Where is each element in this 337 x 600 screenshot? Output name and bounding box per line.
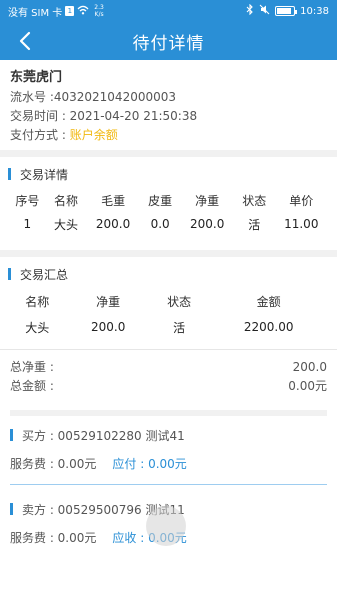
- status-left: 没有 SIM 卡 1 2.3 K/s: [8, 4, 104, 19]
- section-marker: [8, 168, 11, 180]
- payment-method: 支付方式 : 账户余额: [10, 126, 327, 145]
- table-cell: 200.0: [90, 320, 126, 334]
- table-row: 大头 200.0 活 2200.00: [8, 313, 329, 341]
- bluetooth-icon: [246, 3, 254, 18]
- table-row: 1 大头 200.0 0.0 200.0 活 11.00: [8, 212, 329, 236]
- table-cell: 活: [248, 217, 261, 232]
- trade-summary-title-text: 交易汇总: [20, 267, 69, 282]
- total-amount-row: 总金额 : 0.00元: [10, 376, 327, 395]
- divider: [10, 484, 327, 485]
- trade-detail-section: 交易详情 序号 名称 毛重 皮重 净重 状态 单价 1 大头 200.0 0.0…: [0, 157, 337, 250]
- net-speed-value: 2.3: [94, 4, 104, 11]
- table-header-row: 名称 净重 状态 金额: [8, 289, 329, 313]
- clock: 10:38: [300, 5, 329, 17]
- buyer-fees: 服务费 : 0.00元 应付 : 0.00元: [10, 452, 327, 474]
- trade-time: 交易时间 : 2021-04-20 21:50:38: [10, 109, 198, 123]
- payment-method-value: 账户余额: [69, 128, 118, 142]
- seller-service-fee: 服务费 : 0.00元: [10, 530, 97, 545]
- column-header: 名称: [25, 294, 50, 309]
- status-bar: 没有 SIM 卡 1 2.3 K/s 10:38: [0, 0, 337, 22]
- buyer-label: 买方 : 00529102280 测试41: [22, 428, 185, 443]
- battery-level: [277, 8, 292, 14]
- section-marker: [10, 503, 13, 515]
- total-amount-label: 总金额 :: [10, 379, 54, 393]
- column-header: 毛重: [101, 193, 126, 208]
- column-header: 净重: [195, 193, 220, 208]
- trade-detail-table: 序号 名称 毛重 皮重 净重 状态 单价 1 大头 200.0 0.0 200.…: [8, 188, 329, 236]
- app-header: 待付详情: [0, 22, 337, 60]
- section-gap: [10, 410, 327, 416]
- table-cell: 0.0: [150, 217, 170, 231]
- column-header: 序号: [15, 193, 40, 208]
- chevron-left-icon: [19, 31, 31, 51]
- table-cell: 2200.00: [243, 320, 294, 334]
- column-header: 净重: [96, 294, 121, 309]
- page-title: 待付详情: [132, 33, 205, 54]
- carrier-text: 没有 SIM 卡: [8, 7, 63, 19]
- payment-method-label: 支付方式 :: [10, 128, 70, 142]
- section-marker: [8, 268, 11, 280]
- trade-summary-title: 交易汇总: [8, 264, 329, 284]
- buyer-line: 买方 : 00529102280 测试41: [10, 424, 327, 446]
- buyer-service-fee: 服务费 : 0.00元: [10, 456, 97, 471]
- total-net-weight-value: 200.0: [292, 359, 327, 374]
- divider: [0, 349, 337, 350]
- table-header-row: 序号 名称 毛重 皮重 净重 状态 单价: [8, 188, 329, 212]
- wifi-icon: [77, 5, 89, 18]
- total-net-weight-row: 总净重 : 200.0: [10, 357, 327, 376]
- section-marker: [10, 429, 13, 441]
- trade-summary-table: 名称 净重 状态 金额 大头 200.0 活 2200.00: [8, 289, 329, 341]
- column-header: 状态: [242, 193, 267, 208]
- column-header: 金额: [256, 294, 281, 309]
- table-cell: 大头: [54, 217, 79, 232]
- net-speed: 2.3 K/s: [94, 4, 104, 18]
- total-amount-value: 0.00元: [288, 379, 327, 393]
- floating-touch-button[interactable]: [146, 506, 186, 546]
- shop-name: 东莞虎门: [10, 70, 63, 85]
- net-speed-unit: K/s: [94, 11, 104, 18]
- total-net-weight-label: 总净重 :: [10, 360, 54, 374]
- table-cell: 200.0: [95, 217, 131, 231]
- section-gap: [0, 150, 337, 157]
- serial-number: 流水号 :4032021042000003: [10, 90, 177, 104]
- table-cell: 200.0: [189, 217, 225, 231]
- mute-icon: [259, 4, 270, 18]
- status-right: 10:38: [246, 3, 329, 18]
- buyer-amount-due: 应付 : 0.00元: [112, 456, 187, 471]
- trade-summary-section: 交易汇总 名称 净重 状态 金额 大头 200.0 活 2200.00: [0, 257, 337, 349]
- totals: 总净重 : 200.0 总金额 : 0.00元: [0, 357, 337, 399]
- buyer-section: 买方 : 00529102280 测试41 服务费 : 0.00元 应付 : 0…: [0, 424, 337, 474]
- column-header: 皮重: [148, 193, 173, 208]
- table-cell: 1: [23, 217, 32, 231]
- back-button[interactable]: [12, 28, 38, 54]
- table-cell: 11.00: [284, 217, 319, 231]
- trade-detail-title-text: 交易详情: [20, 167, 69, 182]
- order-info: 东莞虎门 流水号 :4032021042000003 交易时间 : 2021-0…: [0, 60, 337, 150]
- column-header: 单价: [289, 193, 314, 208]
- battery-icon: [275, 6, 298, 16]
- table-cell: 活: [173, 320, 186, 335]
- column-header: 名称: [54, 193, 79, 208]
- table-cell: 大头: [25, 320, 50, 335]
- trade-detail-title: 交易详情: [8, 164, 329, 184]
- column-header: 状态: [167, 294, 192, 309]
- sim-slot-icon: 1: [65, 6, 75, 16]
- section-gap: [0, 250, 337, 257]
